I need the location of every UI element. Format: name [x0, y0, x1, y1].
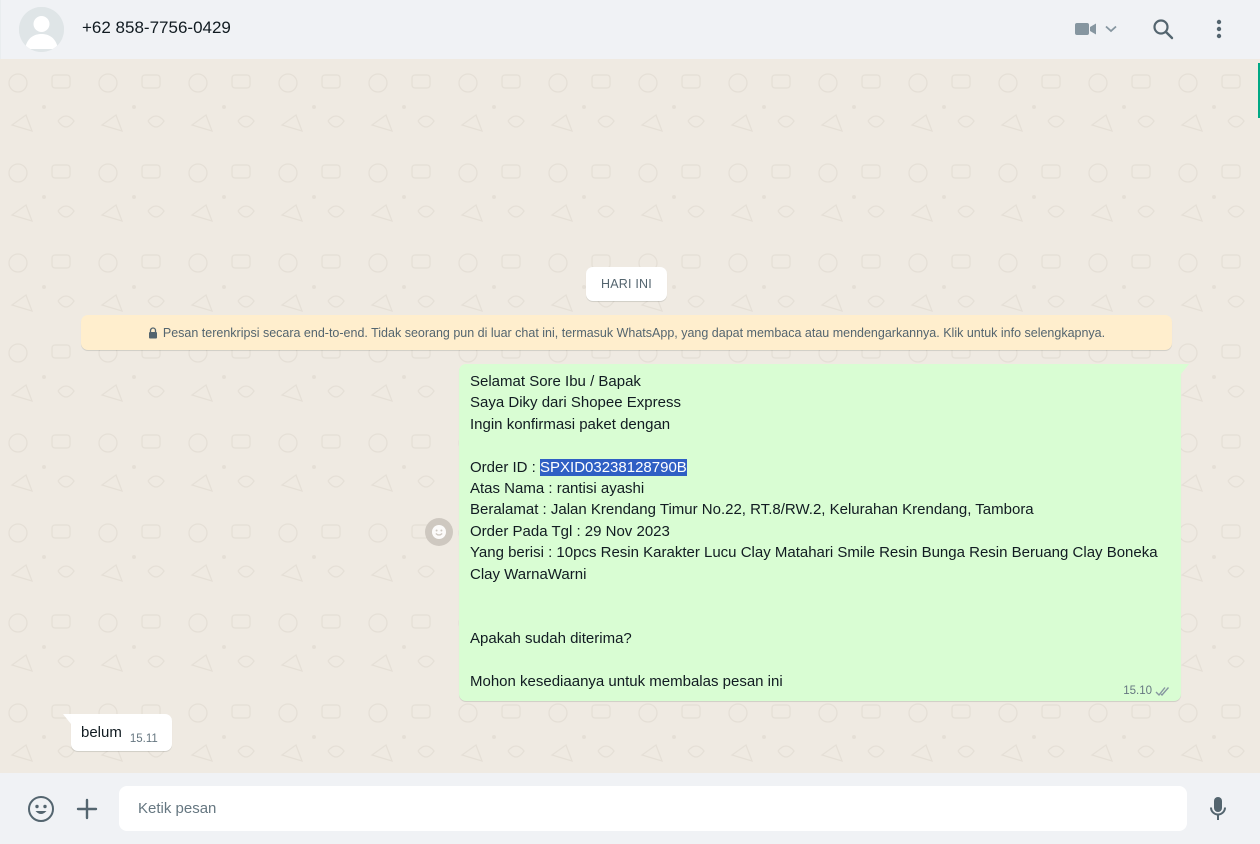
- incoming-message-time: 15.11: [129, 732, 158, 745]
- chat-area[interactable]: HARI INI Pesan terenkripsi secara end-to…: [0, 63, 1258, 773]
- incoming-message[interactable]: belum 15.11: [71, 714, 172, 751]
- chevron-down-icon: [1105, 25, 1117, 33]
- double-check-icon: [1155, 686, 1170, 696]
- menu-icon: [1216, 19, 1222, 39]
- compose-bar: [0, 773, 1260, 844]
- message-time: 15.10: [1123, 685, 1152, 697]
- incoming-message-text: belum: [81, 724, 122, 741]
- message-input[interactable]: [119, 786, 1187, 831]
- selected-order-id[interactable]: SPXID03238128790B: [540, 458, 687, 476]
- emoji-icon: [28, 796, 54, 822]
- incoming-bubble-tail: [63, 714, 71, 724]
- outgoing-bubble-tail: [1181, 364, 1189, 374]
- search-icon: [1153, 19, 1174, 40]
- message-meta: 15.10: [1123, 685, 1171, 697]
- encryption-notice-text: Pesan terenkripsi secara end-to-end. Tid…: [162, 325, 1106, 340]
- date-chip: HARI INI: [586, 267, 667, 301]
- encryption-notice[interactable]: Pesan terenkripsi secara end-to-end. Tid…: [81, 315, 1172, 350]
- chat-header: +62 858-7756-0429: [0, 0, 1260, 59]
- emoji-button[interactable]: [25, 793, 57, 825]
- plus-icon: [76, 798, 98, 820]
- default-avatar-icon: [19, 7, 64, 52]
- voice-message-button[interactable]: [1202, 793, 1234, 825]
- react-button[interactable]: [425, 518, 453, 546]
- outgoing-message-text: Selamat Sore Ibu / Bapak Saya Diky dari …: [470, 373, 1158, 690]
- video-call-icon: [1075, 23, 1096, 35]
- outgoing-message[interactable]: Selamat Sore Ibu / Bapak Saya Diky dari …: [459, 364, 1181, 701]
- contact-name[interactable]: +62 858-7756-0429: [82, 18, 231, 38]
- avatar[interactable]: [19, 7, 64, 52]
- lock-icon: [148, 326, 157, 338]
- microphone-icon: [1210, 797, 1226, 820]
- menu-button[interactable]: [1205, 15, 1233, 43]
- attach-button[interactable]: [71, 793, 103, 825]
- emoji-react-icon: [432, 525, 446, 539]
- video-call-button[interactable]: [1069, 15, 1123, 43]
- search-button[interactable]: [1148, 15, 1178, 43]
